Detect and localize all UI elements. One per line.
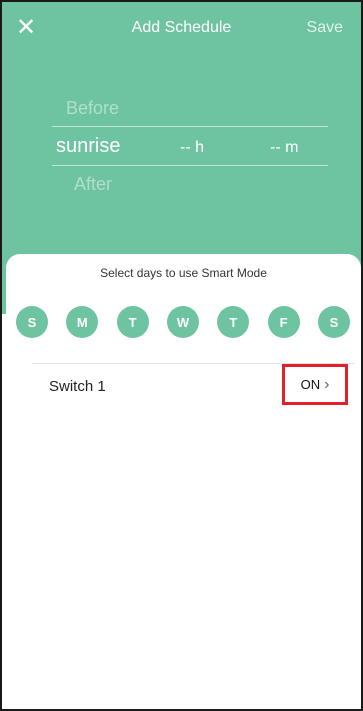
time-picker[interactable]: Before sunrise -- h -- m After bbox=[52, 90, 328, 202]
phone-frame: ✕ Add Schedule Save Before sunrise -- h … bbox=[0, 0, 363, 711]
day-sunday[interactable]: S bbox=[16, 306, 48, 338]
switch-value-highlight[interactable]: ON › bbox=[282, 364, 348, 405]
chevron-right-icon: › bbox=[324, 375, 330, 393]
day-tuesday[interactable]: T bbox=[116, 306, 149, 338]
switch-row[interactable]: Switch 1 ON › bbox=[6, 364, 361, 408]
picker-selected-row[interactable]: sunrise -- h -- m bbox=[52, 126, 328, 166]
picker-option-before[interactable]: Before bbox=[52, 90, 328, 126]
day-wednesday[interactable]: W bbox=[166, 306, 199, 338]
days-label: Select days to use Smart Mode bbox=[100, 266, 267, 280]
picker-minute[interactable]: -- m bbox=[270, 129, 298, 167]
bottom-sheet: Select days to use Smart Mode S M T W T … bbox=[6, 254, 361, 709]
day-saturday[interactable]: S bbox=[317, 306, 350, 338]
day-selector: S M T W T F S bbox=[16, 306, 350, 338]
save-button[interactable]: Save bbox=[307, 19, 343, 37]
day-monday[interactable]: M bbox=[66, 306, 99, 338]
picker-period[interactable]: sunrise bbox=[56, 127, 120, 165]
picker-hour[interactable]: -- h bbox=[180, 129, 204, 167]
switch-value: ON bbox=[300, 377, 321, 392]
day-thursday[interactable]: T bbox=[217, 306, 250, 338]
picker-option-after[interactable]: After bbox=[52, 166, 328, 202]
day-friday[interactable]: F bbox=[267, 306, 300, 338]
switch-label: Switch 1 bbox=[49, 378, 106, 395]
